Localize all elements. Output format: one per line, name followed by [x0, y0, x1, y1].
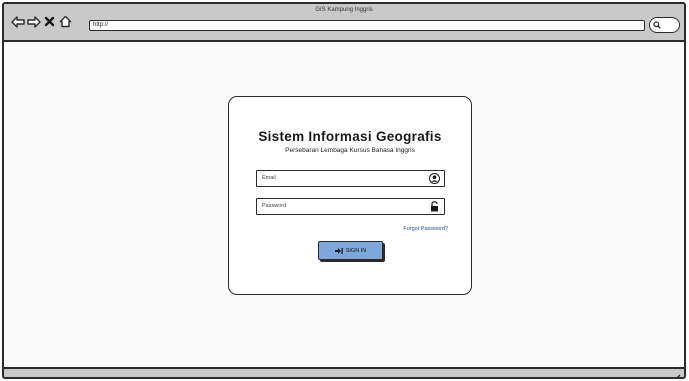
- forward-arrow-icon[interactable]: [26, 14, 41, 29]
- close-icon[interactable]: [42, 14, 57, 29]
- forgot-password-link[interactable]: Forgot Password?: [403, 226, 448, 232]
- email-field[interactable]: Email: [256, 170, 445, 187]
- email-placeholder: Email: [262, 175, 276, 181]
- sign-in-label: SIGN IN: [345, 247, 367, 254]
- password-placeholder: Password: [262, 203, 287, 209]
- user-icon: [429, 173, 440, 184]
- status-bar: [4, 367, 684, 377]
- window-title: GIS Kampung Inggris: [315, 7, 373, 13]
- browser-window: GIS Kampung Inggris http:// Sistem Infor…: [2, 2, 686, 379]
- login-subtitle: Persebaran Lembaga Kursus Bahasa Inggris: [285, 147, 415, 154]
- login-card: Sistem Informasi Geografis Persebaran Le…: [228, 96, 472, 295]
- unlock-icon: [429, 201, 440, 212]
- sign-in-button[interactable]: SIGN IN: [318, 241, 383, 260]
- page-content: Sistem Informasi Geografis Persebaran Le…: [4, 44, 684, 369]
- sign-in-icon: [334, 247, 343, 254]
- browser-toolbar: GIS Kampung Inggris http://: [4, 4, 684, 42]
- password-field[interactable]: Password: [256, 198, 445, 215]
- nav-buttons: [10, 14, 74, 29]
- back-arrow-icon[interactable]: [10, 14, 25, 29]
- resize-grip-icon[interactable]: [673, 369, 681, 377]
- home-icon[interactable]: [58, 14, 73, 29]
- search-icon: [653, 16, 661, 34]
- search-button[interactable]: [649, 17, 680, 33]
- address-bar[interactable]: http://: [89, 20, 645, 31]
- login-title: Sistem Informasi Geografis: [258, 129, 442, 144]
- address-url: http://: [93, 22, 109, 28]
